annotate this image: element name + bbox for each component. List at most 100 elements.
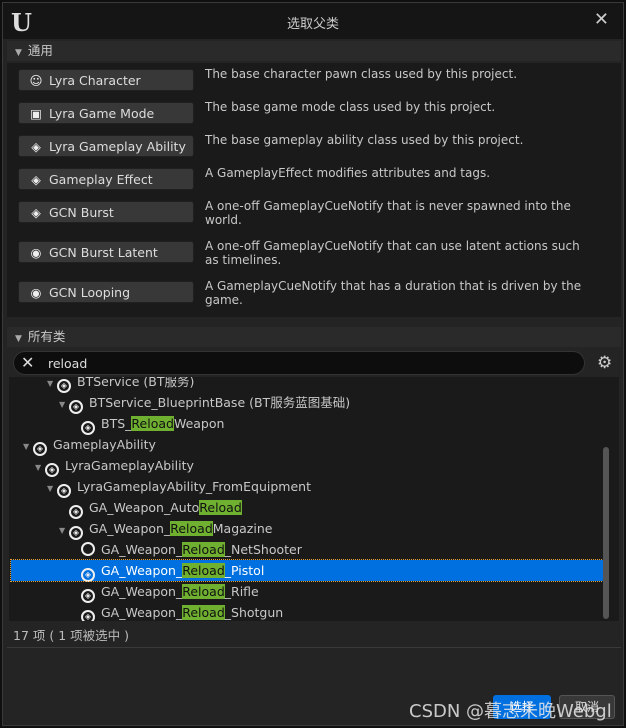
expand-arrow-icon[interactable]: ▼ <box>59 394 69 415</box>
item-label-prefix: GA_Weapon_ <box>101 584 183 599</box>
item-label-suffix: _Rifle <box>224 584 259 599</box>
scrollbar[interactable] <box>603 447 609 619</box>
class-description: The base character pawn class used by th… <box>205 67 518 81</box>
collapse-arrow-icon: ▼ <box>15 48 22 58</box>
item-label-prefix: GA_Weapon_ <box>89 521 171 536</box>
class-tree: ▼ ◈ BTService (BT服务) ▼ ◈ BTService_BlueprintB… <box>9 377 619 621</box>
class-description: The base gameplay ability class used by … <box>205 133 524 147</box>
blueprint-icon: ◈ <box>81 610 95 621</box>
item-label-suffix: _NetShooter <box>224 542 302 557</box>
title-bar: U 选取父类 ✕ <box>3 3 623 39</box>
tree-item[interactable]: ◈ GA_Weapon_AutoReload <box>11 497 605 519</box>
item-label-prefix: BTService_BlueprintBase (BT服务蓝图基础) <box>89 395 351 410</box>
game-mode-icon: ▣ <box>30 106 42 121</box>
close-icon[interactable]: ✕ <box>594 9 609 30</box>
blueprint-icon: ◈ <box>31 172 41 187</box>
tree-item[interactable]: ◈ GA_Weapon_Reload_Pistol <box>10 559 606 582</box>
ring-icon <box>81 542 95 556</box>
button-label: GCN Burst Latent <box>49 245 158 260</box>
clear-search-icon[interactable]: ✕ <box>21 353 34 372</box>
blueprint-icon: ◈ <box>31 139 41 154</box>
item-label-suffix: Weapon <box>173 416 225 431</box>
item-label-prefix: BTS_ <box>101 416 132 431</box>
tree-item[interactable]: ▼ ◈ BTService_BlueprintBase (BT服务蓝图基础) <box>11 392 605 415</box>
search-match-highlight: Reload <box>170 521 213 536</box>
blueprint-icon: ◈ <box>45 463 59 477</box>
expand-arrow-icon[interactable]: ▼ <box>59 520 69 541</box>
item-label-prefix: GA_Weapon_ <box>101 563 183 578</box>
button-label: Gameplay Effect <box>49 172 153 187</box>
common-class-button[interactable]: ◉ GCN Burst Latent <box>18 241 194 263</box>
section-header-common[interactable]: ▼ 通用 <box>7 41 621 61</box>
blueprint-icon: ◈ <box>33 442 47 456</box>
blueprint-icon: ◈ <box>69 400 83 414</box>
expand-arrow-icon[interactable]: ▼ <box>35 457 45 478</box>
item-label-prefix: GA_Weapon_ <box>101 542 183 557</box>
class-description: A one-off GameplayCueNotify that is neve… <box>205 199 571 227</box>
class-description: The base game mode class used by this pr… <box>205 100 496 114</box>
search-match-highlight: Reload <box>182 542 225 557</box>
section-title: 通用 <box>27 43 53 58</box>
collapse-arrow-icon: ▼ <box>15 334 22 344</box>
common-classes-panel: ☺ Lyra Character The base character pawn c… <box>7 63 621 317</box>
search-match-highlight: Reload <box>199 500 242 515</box>
class-description: A GameplayEffect modifies attributes and… <box>205 166 491 180</box>
blueprint-icon: ◈ <box>57 379 71 393</box>
common-class-button[interactable]: ◈ Lyra Gameplay Ability <box>18 135 194 157</box>
item-label-prefix: BTService (BT服务) <box>77 377 195 389</box>
common-class-button[interactable]: ◈ GCN Burst <box>18 201 194 223</box>
button-label: Lyra Game Mode <box>49 106 155 121</box>
button-label: GCN Burst <box>49 205 114 220</box>
blueprint-icon: ◈ <box>31 205 41 220</box>
tree-item[interactable]: ▼ ◈ GA_Weapon_ReloadMagazine <box>11 518 605 541</box>
cue-icon: ◉ <box>30 285 42 300</box>
common-class-button[interactable]: ☺ Lyra Character <box>18 69 194 91</box>
tree-item[interactable]: ◈ GA_Weapon_Reload_Rifle <box>11 581 605 603</box>
tree-item[interactable]: ▼ ◈ LyraGameplayAbility <box>11 455 605 478</box>
section-title: 所有类 <box>27 329 66 344</box>
search-match-highlight: Reload <box>182 563 225 578</box>
watermark: CSDN @暮志未晚Webgl <box>409 701 612 722</box>
blueprint-icon: ◈ <box>81 421 95 435</box>
divider <box>7 647 621 648</box>
dialog-title: 选取父类 <box>286 17 339 32</box>
item-label-suffix: _Shotgun <box>224 605 284 620</box>
person-icon: ☺ <box>29 73 43 88</box>
expand-arrow-icon[interactable]: ▼ <box>23 436 33 457</box>
blueprint-icon: ◈ <box>81 568 95 582</box>
section-header-all-classes[interactable]: ▼ 所有类 <box>7 327 621 347</box>
settings-icon[interactable]: ⚙ <box>597 353 612 373</box>
blueprint-icon: ◈ <box>57 484 71 498</box>
search-input[interactable] <box>48 355 568 371</box>
item-label-suffix: Magazine <box>212 521 273 536</box>
class-description: A GameplayCueNotify that has a duration … <box>205 279 582 307</box>
search-match-highlight: Reload <box>131 416 174 431</box>
tree-item[interactable]: ▼ ◈ LyraGameplayAbility_FromEquipment <box>11 476 605 499</box>
search-match-highlight: Reload <box>182 605 225 620</box>
common-class-button[interactable]: ▣ Lyra Game Mode <box>18 102 194 124</box>
pick-parent-class-dialog: U 选取父类 ✕ ▼ 通用 ☺ Lyra Character The base cha… <box>2 2 624 726</box>
blueprint-icon: ◈ <box>69 526 83 540</box>
blueprint-icon: ◈ <box>81 589 95 603</box>
item-label-prefix: GA_Weapon_ <box>101 605 183 620</box>
item-label-prefix: LyraGameplayAbility_FromEquipment <box>77 479 311 494</box>
tree-item[interactable]: ◈ BTS_ReloadWeapon <box>11 413 605 435</box>
button-label: Lyra Character <box>49 73 141 88</box>
tree-item[interactable]: ▼ ◈ BTService (BT服务) <box>11 377 605 393</box>
tree-item[interactable]: ◈ GA_Weapon_Reload_Shotgun <box>11 602 605 621</box>
cue-icon: ◉ <box>30 245 42 260</box>
tree-item[interactable]: ▼ ◈ GameplayAbility <box>11 434 605 457</box>
item-label-prefix: GameplayAbility <box>53 437 156 452</box>
item-label-prefix: GA_Weapon_Auto <box>89 500 200 515</box>
search-box: ✕ <box>13 351 585 375</box>
expand-arrow-icon[interactable]: ▼ <box>47 478 57 499</box>
blueprint-icon: ◈ <box>69 505 83 519</box>
class-description: A one-off GameplayCueNotify that can use… <box>205 239 580 267</box>
item-label-prefix: LyraGameplayAbility <box>65 458 194 473</box>
common-class-button[interactable]: ◈ Gameplay Effect <box>18 168 194 190</box>
search-match-highlight: Reload <box>182 584 225 599</box>
common-class-button[interactable]: ◉ GCN Looping <box>18 281 194 303</box>
button-label: GCN Looping <box>49 285 131 300</box>
item-label-suffix: _Pistol <box>224 563 265 578</box>
tree-item[interactable]: GA_Weapon_Reload_NetShooter <box>11 539 605 560</box>
